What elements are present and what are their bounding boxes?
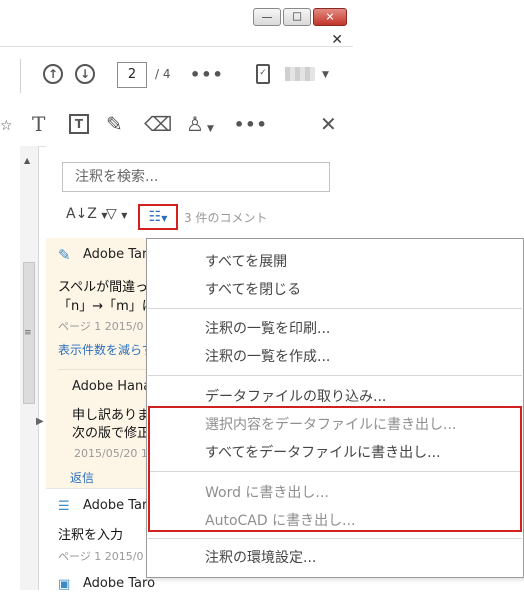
chevron-down-icon: ▼ [121, 211, 128, 220]
mobile-link-icon[interactable]: ✓ [256, 64, 270, 84]
comment-author: Adobe Taro [83, 498, 156, 513]
menu-item-comment-preferences[interactable]: 注釈の環境設定... [205, 547, 316, 567]
arrow-up-icon: ↑ [47, 67, 59, 81]
eraser-icon[interactable]: ⌫ [144, 112, 172, 136]
star-icon[interactable]: ☆ [0, 114, 13, 138]
reply-link[interactable]: 返信 [70, 469, 94, 486]
vertical-scrollbar[interactable]: ▲ ≡ [20, 146, 39, 590]
document-area [0, 146, 21, 590]
scroll-up-icon[interactable]: ▲ [24, 156, 30, 165]
annotation-toolbar: ☆ T T ✎ ⌫ ♙ ▼ ••• ✕ [0, 104, 353, 147]
more-annotation-tools-button[interactable]: ••• [234, 115, 268, 134]
reply-author: Adobe Hana [72, 379, 152, 394]
page-total: / 4 [155, 67, 171, 81]
chevron-down-icon: ▼ [161, 214, 168, 223]
maximize-icon: ☐ [292, 10, 302, 24]
title-bar: — ☐ ✕ [0, 0, 353, 28]
stamp-icon[interactable]: ♙ [186, 112, 204, 136]
account-avatar[interactable] [285, 67, 315, 81]
sort-az-icon: A↓Z [66, 206, 97, 222]
filter-icon: ▽ [106, 206, 117, 222]
pencil-icon[interactable]: ✎ [106, 112, 123, 136]
comment-author: Adobe Taro [83, 576, 156, 591]
export-items-highlight [148, 406, 522, 532]
comment-author: Adobe Taro [83, 247, 156, 262]
toolbar-divider [20, 59, 21, 93]
window-controls: — ☐ ✕ [253, 8, 347, 26]
collapse-pane-arrow-icon[interactable]: ▶ [36, 416, 44, 427]
filter-button[interactable]: ▽ ▼ [106, 206, 127, 222]
comment-search-input[interactable]: 注釈を検索... [62, 162, 330, 192]
list-options-icon: ☷ [148, 209, 162, 225]
menu-item-collapse-all[interactable]: すべてを閉じる [205, 279, 301, 299]
minimize-icon: — [261, 10, 273, 24]
close-annotation-toolbar-button[interactable]: ✕ [320, 112, 337, 136]
text-tool-icon[interactable]: T [32, 112, 45, 136]
minimize-button[interactable]: — [253, 8, 281, 26]
page-number-input[interactable]: 2 [117, 62, 147, 88]
menu-item-print-summary[interactable]: 注釈の一覧を印刷... [205, 318, 330, 338]
maximize-button[interactable]: ☐ [283, 8, 311, 26]
menu-item-create-summary[interactable]: 注釈の一覧を作成... [205, 346, 330, 366]
menu-separator [148, 308, 522, 309]
menu-separator [148, 375, 522, 376]
text-note-icon: ☰ [58, 499, 70, 514]
pencil-annotation-icon: ✎ [58, 246, 71, 264]
menu-separator [148, 538, 522, 539]
next-page-button[interactable]: ↓ [75, 64, 95, 84]
pane-resize-grip-icon[interactable]: ≡ [24, 328, 32, 338]
textbox-tool-icon[interactable]: T [69, 114, 89, 134]
window-close-button[interactable]: ✕ [313, 8, 347, 26]
comment-count: 3 件のコメント [184, 211, 268, 225]
sort-button[interactable]: A↓Z ▼ [66, 206, 108, 222]
arrow-down-icon: ↓ [79, 67, 91, 81]
menu-item-import-data-file[interactable]: データファイルの取り込み... [205, 386, 386, 406]
close-icon: ✕ [325, 10, 335, 24]
menu-item-expand-all[interactable]: すべてを展開 [205, 251, 287, 271]
navigation-toolbar: ↑ ↓ 2 / 4 ••• ✓ ▼ [0, 46, 353, 106]
chevron-down-icon[interactable]: ▼ [322, 70, 329, 80]
stamp-dropdown-icon[interactable]: ▼ [207, 124, 214, 134]
previous-page-button[interactable]: ↑ [43, 64, 63, 84]
reply-text-line: 次の版で修正 [72, 426, 151, 441]
more-tools-button[interactable]: ••• [190, 65, 224, 84]
comment-meta: ページ 1 2015/0 [58, 550, 144, 563]
comment-options-button[interactable]: ☷▼ [138, 204, 178, 230]
show-fewer-link[interactable]: 表示件数を減らす [58, 341, 154, 358]
comment-text-line: スペルが間違っ [58, 280, 149, 295]
comment-meta: ページ 1 2015/0 [58, 320, 144, 333]
comment-text: 注釈を入力 [58, 528, 124, 543]
reply-meta: 2015/05/20 10 [74, 447, 155, 460]
